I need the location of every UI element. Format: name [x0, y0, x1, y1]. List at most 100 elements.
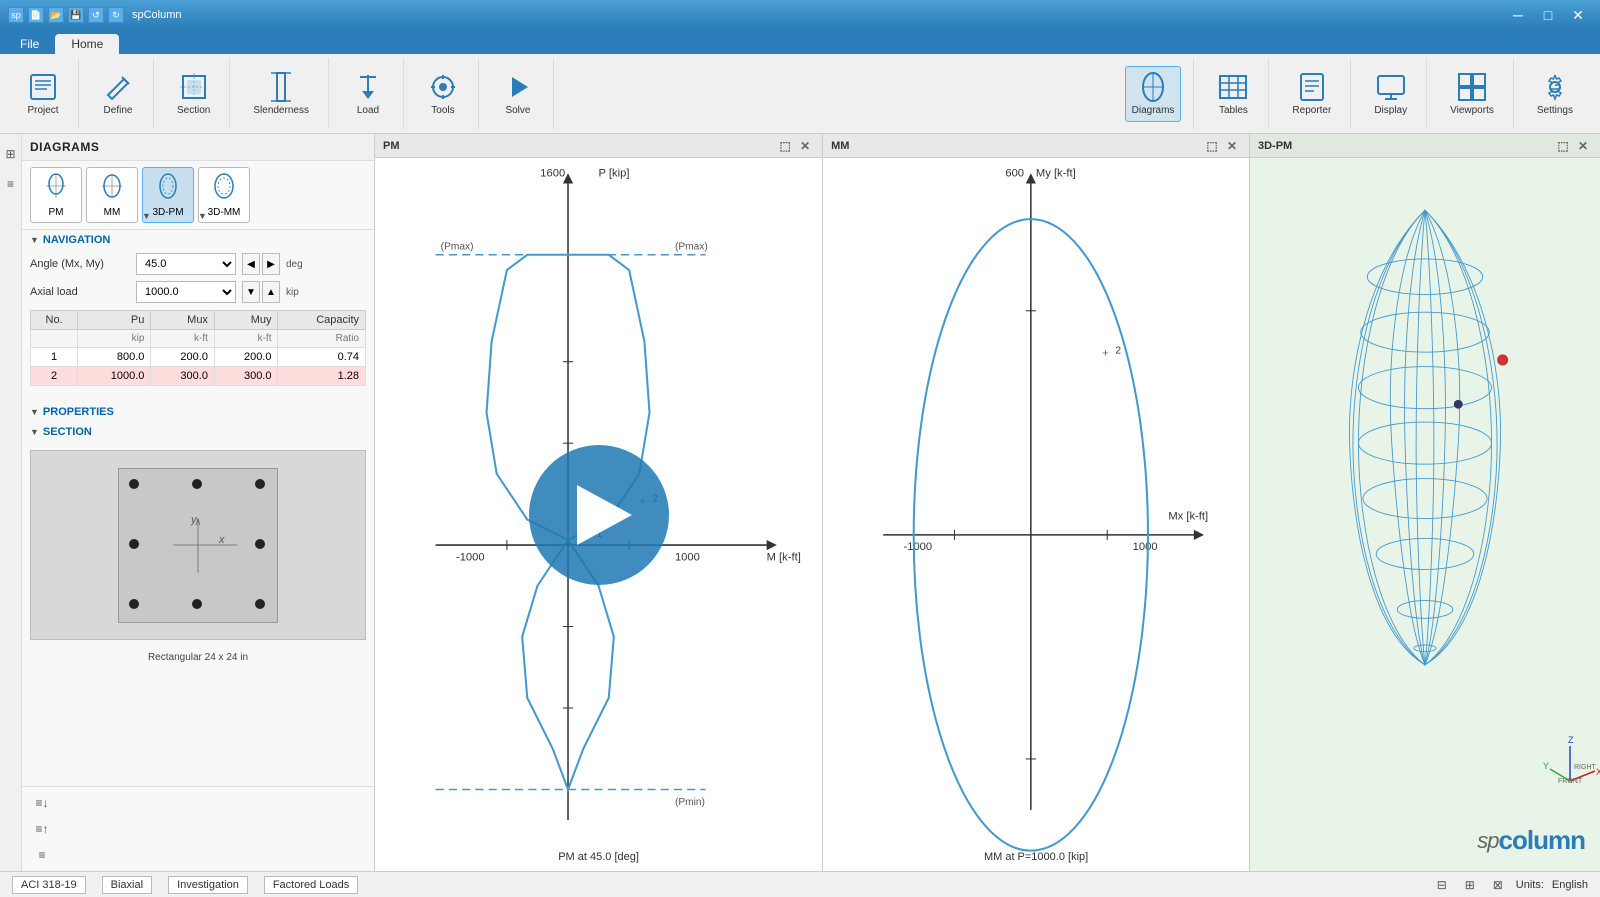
tab-file[interactable]: File [4, 34, 55, 54]
col-pu: Pu [78, 311, 151, 330]
3dpm-expand-button[interactable]: ⬚ [1554, 137, 1572, 155]
3dpm-panel: 3D-PM ⬚ ✕ [1250, 134, 1600, 871]
titlebar: sp 📄 📂 💾 ↺ ↻ spColumn ─ □ ✕ [0, 0, 1600, 30]
bottom-panel-icons: ≡↓ ≡↑ ≡ [22, 786, 374, 871]
settings-icon [1539, 71, 1571, 103]
tables-label: Tables [1219, 105, 1248, 117]
units-value: English [1552, 879, 1588, 891]
app-icon-redo: ↻ [108, 7, 124, 23]
pm-diagram-content: 1600 P [kip] M [k-ft] -1000 1000 (Pmax) … [375, 158, 822, 871]
statusbar-loads[interactable]: Factored Loads [264, 876, 358, 894]
axial-input[interactable]: 1000.0 [136, 281, 236, 303]
mm-close-button[interactable]: ✕ [1223, 137, 1241, 155]
angle-label: Angle (Mx, My) [30, 258, 130, 270]
section-button[interactable]: Section [170, 66, 217, 122]
angle-input[interactable]: 45.0 [136, 253, 236, 275]
statusbar-analysis[interactable]: Biaxial [102, 876, 152, 894]
solve-button[interactable]: Solve [495, 66, 541, 122]
ribbon-group-display: Display [1355, 58, 1427, 129]
row1-no: 1 [31, 348, 78, 367]
define-button[interactable]: Define [95, 66, 141, 122]
load-label: Load [357, 105, 379, 117]
side-icon-filter[interactable]: ⊞ [0, 142, 23, 166]
tables-button[interactable]: Tables [1210, 66, 1256, 122]
col-mux: Mux [151, 311, 215, 330]
pm-panel: PM ⬚ ✕ 1600 P [kip] M [k-ft] [375, 134, 823, 871]
svg-text:2: 2 [1116, 346, 1122, 357]
table-row-1[interactable]: 1 800.0 200.0 200.0 0.74 [31, 348, 366, 367]
svg-text:My [k-ft]: My [k-ft] [1036, 167, 1076, 179]
window-controls[interactable]: ─ □ ✕ [1504, 4, 1592, 26]
pm-footer: PM at 45.0 [deg] [558, 851, 639, 863]
minimize-button[interactable]: ─ [1504, 4, 1532, 26]
content-area: PM ⬚ ✕ 1600 P [kip] M [k-ft] [375, 134, 1600, 871]
mm-diagram-svg: 600 My [k-ft] Mx [k-ft] -1000 1000 + 2 [823, 158, 1249, 871]
load-icon [352, 71, 384, 103]
statusbar-mode[interactable]: Investigation [168, 876, 248, 894]
section-preview: y x [30, 450, 366, 640]
mm-mode-button[interactable]: MM [86, 167, 138, 223]
statusbar-icon-2[interactable]: ⊞ [1460, 875, 1480, 895]
mm-expand-button[interactable]: ⬚ [1203, 137, 1221, 155]
svg-text:Y: Y [1543, 761, 1549, 771]
tools-button[interactable]: Tools [420, 66, 466, 122]
maximize-button[interactable]: □ [1534, 4, 1562, 26]
diagrams-button[interactable]: Diagrams [1125, 66, 1182, 122]
ribbon-group-diagrams: Diagrams [1113, 58, 1195, 129]
reporter-button[interactable]: Reporter [1285, 66, 1338, 122]
bottom-icon-3[interactable]: ≡ [30, 843, 54, 867]
bottom-icon-1[interactable]: ≡↓ [30, 791, 54, 815]
tab-home[interactable]: Home [55, 34, 119, 54]
properties-section: ▼ PROPERTIES [22, 402, 374, 422]
table-row-2[interactable]: 2 1000.0 300.0 300.0 1.28 [31, 367, 366, 386]
axial-unit: kip [286, 287, 299, 298]
pm-close-button[interactable]: ✕ [796, 137, 814, 155]
mm-panel: MM ⬚ ✕ 600 My [k-ft] Mx [k-ft] -10 [823, 134, 1250, 871]
ribbon-group-slenderness: Slenderness [234, 58, 329, 129]
mm-mode-icon [98, 172, 126, 205]
3dpm-mode-icon [154, 172, 182, 205]
pm-expand-button[interactable]: ⬚ [776, 137, 794, 155]
properties-title[interactable]: ▼ PROPERTIES [22, 402, 374, 422]
panel-title: DIAGRAMS [22, 134, 374, 161]
col-capacity: Capacity [278, 311, 366, 330]
bottom-icon-2[interactable]: ≡↑ [30, 817, 54, 841]
3dpm-header: 3D-PM ⬚ ✕ [1250, 134, 1600, 158]
viewports-button[interactable]: Viewports [1443, 66, 1501, 122]
app-icon-open: 📂 [48, 7, 64, 23]
ribbon-group-load: Load [333, 58, 404, 129]
angle-next-button[interactable]: ▶ [262, 253, 280, 275]
close-button[interactable]: ✕ [1564, 4, 1592, 26]
section-section: ▼ SECTION y [22, 422, 374, 667]
statusbar-standard[interactable]: ACI 318-19 [12, 876, 86, 894]
3dpm-close-button[interactable]: ✕ [1574, 137, 1592, 155]
reporter-icon [1296, 71, 1328, 103]
statusbar-icon-1[interactable]: ⊟ [1432, 875, 1452, 895]
tools-icon [427, 71, 459, 103]
3dpm-diagram-content: Z X Y FRONT RIGHT sp column [1250, 158, 1600, 871]
row2-pu: 1000.0 [78, 367, 151, 386]
load-button[interactable]: Load [345, 66, 391, 122]
unit-no [31, 330, 78, 348]
statusbar-icon-3[interactable]: ⊠ [1488, 875, 1508, 895]
row2-mux: 300.0 [151, 367, 215, 386]
tables-icon [1217, 71, 1249, 103]
axial-prev-button[interactable]: ▼ [242, 281, 260, 303]
slenderness-button[interactable]: Slenderness [246, 66, 316, 122]
side-icon-list[interactable]: ≡ [0, 172, 23, 196]
angle-prev-button[interactable]: ◀ [242, 253, 260, 275]
section-icon [178, 71, 210, 103]
viewports-icon [1456, 71, 1488, 103]
section-title[interactable]: ▼ SECTION [22, 422, 374, 442]
nav-collapse-arrow: ▼ [30, 235, 39, 245]
navigation-title[interactable]: ▼ NAVIGATION [22, 230, 374, 250]
pm-mode-button[interactable]: PM [30, 167, 82, 223]
properties-label: PROPERTIES [43, 406, 114, 418]
axial-next-button[interactable]: ▲ [262, 281, 280, 303]
viewports-label: Viewports [1450, 105, 1494, 117]
play-button[interactable] [529, 445, 669, 585]
settings-button[interactable]: Settings [1530, 66, 1580, 122]
section-description: Rectangular 24 x 24 in [22, 648, 374, 667]
project-button[interactable]: Project [20, 66, 66, 122]
display-button[interactable]: Display [1367, 66, 1414, 122]
